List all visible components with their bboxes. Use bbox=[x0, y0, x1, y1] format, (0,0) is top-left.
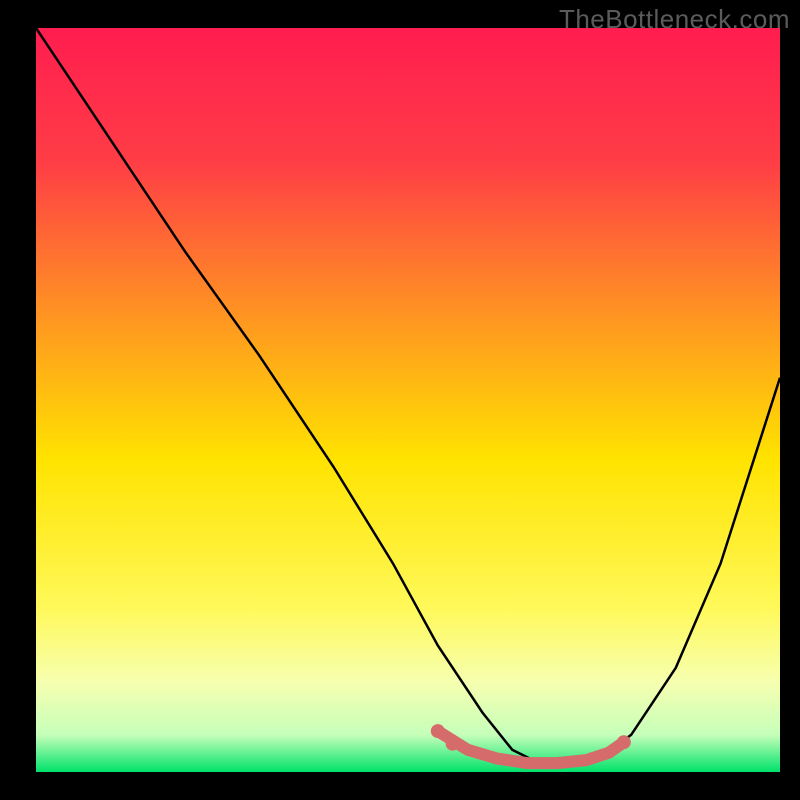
plot-background bbox=[36, 28, 780, 772]
chart-svg bbox=[0, 0, 800, 800]
highlight-dot bbox=[446, 737, 460, 751]
watermark-text: TheBottleneck.com bbox=[559, 4, 790, 35]
highlight-dot bbox=[431, 724, 445, 738]
highlight-dot bbox=[617, 735, 631, 749]
chart-frame: TheBottleneck.com bbox=[0, 0, 800, 800]
